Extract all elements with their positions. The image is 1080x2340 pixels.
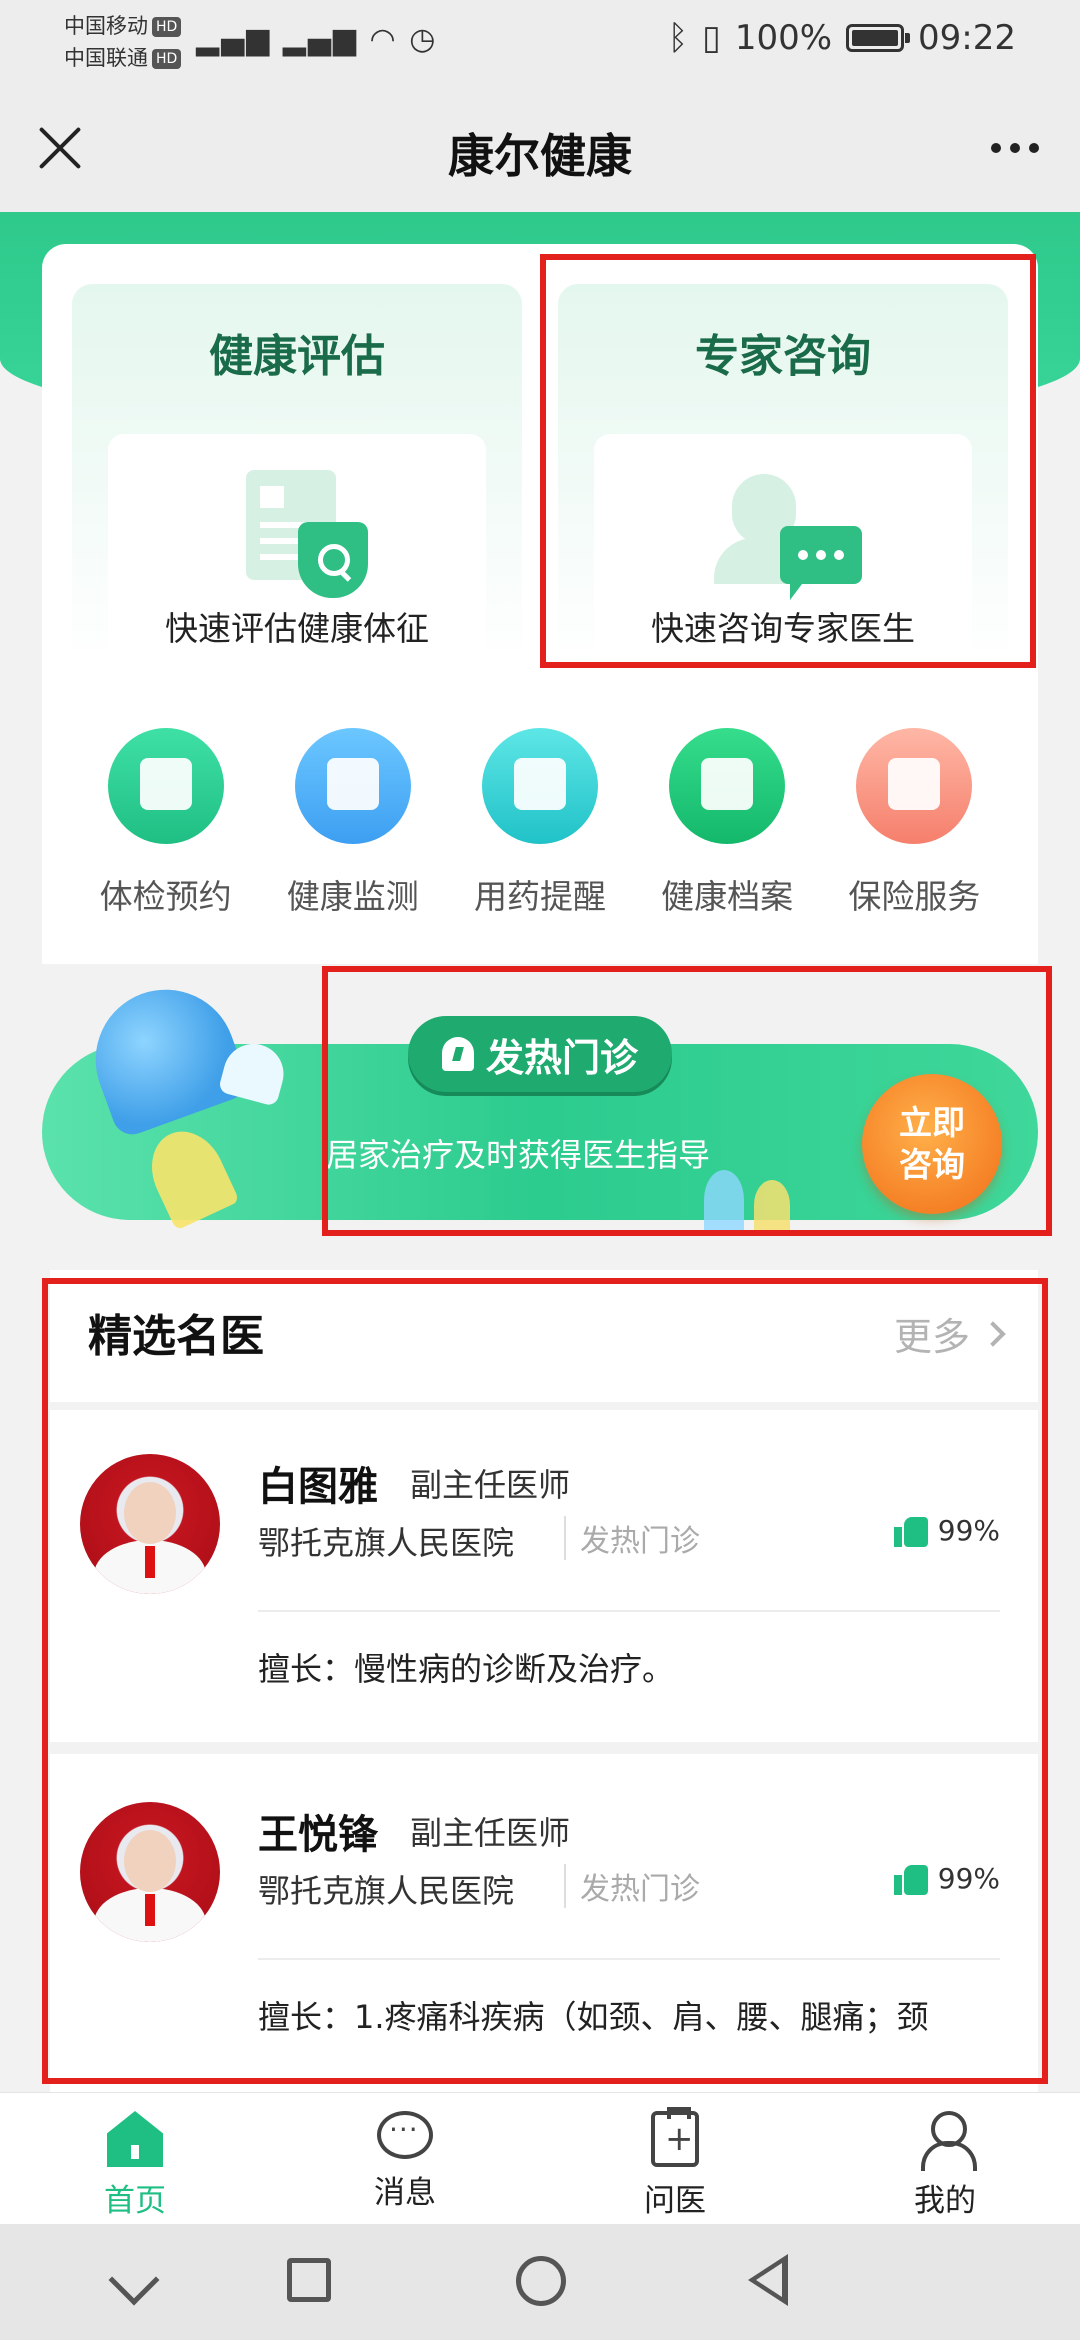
calendar-icon: [107, 728, 224, 844]
status-bar: 中国移动 HD 中国联通 HD ▂▄▆ ▂▄▆ ◠ ◷ ᛒ ▯ 100% 09:22: [0, 0, 1080, 84]
nav-ask-doctor[interactable]: 问医: [540, 2093, 810, 2224]
nav-label: 首页: [104, 2183, 166, 2219]
plant-decoration: [754, 1180, 790, 1230]
home-button-icon[interactable]: [516, 2256, 566, 2306]
feature-desc: 快速评估健康体征: [165, 609, 429, 648]
doctor-card[interactable]: 白图雅 副主任医师 鄂托克旗人民医院 发热门诊 99% 擅长：慢性病的诊断及治疗…: [50, 1418, 1038, 1754]
system-nav-bar: [0, 2224, 1080, 2340]
plant-decoration: [704, 1170, 744, 1230]
title-bar: 康尔健康: [0, 84, 1080, 212]
divider: [258, 1958, 1000, 1960]
chat-bubble-icon: [780, 526, 862, 600]
bottom-nav: 首页 消息 问医 我的: [0, 2092, 1080, 2224]
section-header: 精选名医 更多: [50, 1270, 1038, 1410]
featured-doctors: 精选名医 更多 白图雅 副主任医师 鄂托克旗人民医院 发热门诊 99% 擅长：慢…: [50, 1270, 1038, 2102]
hd-badge: HD: [152, 17, 182, 37]
quick-item-insurance[interactable]: 保险服务: [829, 720, 999, 940]
message-icon: [377, 2111, 433, 2159]
fever-tag-label: 发热门诊: [485, 1035, 638, 1080]
quick-label: 保险服务: [848, 877, 981, 916]
cta-line-2: 咨询: [899, 1145, 965, 1184]
status-right: ᛒ ▯ 100% 09:22: [668, 18, 1016, 58]
nav-label: 问医: [644, 2183, 706, 2219]
doctor-title: 副主任医师: [410, 1814, 571, 1852]
battery-percent: 100%: [734, 18, 833, 58]
chevron-down-icon[interactable]: [108, 2254, 160, 2306]
feature-title: 专家咨询: [695, 331, 871, 382]
quick-label: 体检预约: [99, 877, 232, 916]
health-assessment-card[interactable]: 健康评估 快速评估健康体征: [72, 284, 522, 684]
shield-search-icon: [298, 522, 368, 598]
doctor-dept: 发热门诊: [564, 1864, 700, 1908]
doctor-dept: 发热门诊: [564, 1516, 700, 1560]
doctor-hospital: 鄂托克旗人民医院: [258, 1872, 515, 1910]
feature-desc: 快速咨询专家医生: [651, 609, 915, 648]
recents-icon[interactable]: [287, 2258, 331, 2302]
nav-home[interactable]: 首页: [0, 2093, 270, 2224]
clipboard-plus-icon: [651, 2107, 699, 2167]
quick-item-monitor[interactable]: 健康监测: [268, 720, 438, 940]
thumbs-up-icon: [893, 1863, 928, 1895]
nav-messages[interactable]: 消息: [270, 2093, 540, 2224]
doctor-hospital: 鄂托克旗人民医院: [258, 1524, 515, 1562]
divider: [258, 1610, 1000, 1612]
doctor-name: 王悦锋: [258, 1812, 378, 1858]
quick-label: 健康监测: [286, 877, 419, 916]
more-options-icon[interactable]: [980, 124, 1050, 172]
feature-inner: 快速咨询专家医生: [594, 434, 972, 684]
battery-icon: [846, 24, 911, 52]
quick-label: 健康档案: [661, 877, 794, 916]
carrier-1: 中国移动: [64, 14, 148, 38]
medicine-box-icon: [481, 728, 598, 844]
nav-label: 我的: [914, 2183, 976, 2219]
avatar: [80, 1802, 220, 1942]
monitor-icon: [294, 728, 411, 844]
doctor-name: 白图雅: [258, 1464, 378, 1510]
heart-icon: [856, 728, 973, 844]
doctor-card[interactable]: 王悦锋 副主任医师 鄂托克旗人民医院 发热门诊 99% 擅长：1.疼痛科疾病（如…: [50, 1766, 1038, 2102]
carrier-info: 中国移动 HD 中国联通 HD: [64, 10, 182, 74]
bluetooth-icon: ᛒ: [667, 18, 689, 58]
fever-clinic-tag: 发热门诊: [408, 1016, 672, 1092]
user-icon: [917, 2111, 977, 2171]
expert-consult-card[interactable]: 专家咨询 快速咨询专家医生: [558, 284, 1008, 684]
quick-item-records[interactable]: 健康档案: [642, 720, 812, 940]
nav-label: 消息: [374, 2175, 436, 2211]
cta-line-1: 立即: [899, 1103, 965, 1142]
vibrate-icon: ▯: [702, 18, 721, 58]
quick-item-medicine[interactable]: 用药提醒: [455, 720, 625, 940]
clock: 09:22: [918, 18, 1016, 58]
nav-me[interactable]: 我的: [810, 2093, 1080, 2224]
back-icon[interactable]: [748, 2254, 788, 2306]
doctor-rating: 99%: [893, 1862, 1000, 1895]
doctor-skill: 擅长：慢性病的诊断及治疗。: [258, 1650, 675, 1688]
fever-clinic-banner[interactable]: 发热门诊 居家治疗及时获得医生指导 立即 咨询: [42, 969, 1038, 1231]
rating-value: 99%: [937, 1862, 1000, 1895]
avatar: [80, 1454, 220, 1594]
alarm-icon: [441, 1037, 474, 1071]
consult-now-button[interactable]: 立即 咨询: [862, 1074, 1002, 1214]
doctor-skill: 擅长：1.疼痛科疾病（如颈、肩、腰、腿痛；颈: [258, 1998, 929, 2036]
signal-icon: ▂▄▆ ▂▄▆ ◠ ◷: [196, 22, 438, 57]
hd-badge: HD: [152, 49, 182, 69]
more-link[interactable]: 更多: [893, 1306, 1006, 1361]
home-icon: [107, 2111, 163, 2167]
record-icon: [669, 728, 786, 844]
quick-label: 用药提醒: [473, 877, 606, 916]
chevron-right-icon: [980, 1320, 1006, 1347]
feature-inner: 快速评估健康体征: [108, 434, 486, 684]
more-label: 更多: [893, 1315, 970, 1359]
rating-value: 99%: [937, 1514, 1000, 1547]
page-title: 康尔健康: [448, 129, 632, 183]
doctor-title: 副主任医师: [410, 1466, 571, 1504]
quick-actions: 体检预约 健康监测 用药提醒 健康档案 保险服务: [42, 720, 1038, 940]
quick-item-checkup[interactable]: 体检预约: [81, 720, 251, 940]
banner-subtitle: 居家治疗及时获得医生指导: [326, 1136, 711, 1174]
doctor-rating: 99%: [893, 1514, 1000, 1547]
feature-title: 健康评估: [209, 331, 385, 382]
carrier-2: 中国联通: [64, 46, 148, 70]
thumbs-up-icon: [893, 1515, 928, 1547]
section-title: 精选名医: [88, 1311, 264, 1362]
